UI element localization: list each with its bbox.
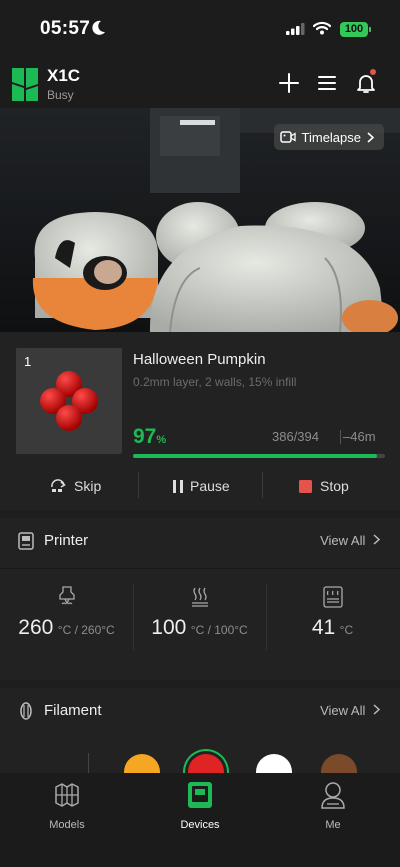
filament-slot-3[interactable]: [256, 754, 292, 773]
progress-symbol: %: [156, 434, 167, 446]
battery-tip: [369, 27, 371, 32]
devices-icon: [188, 782, 212, 808]
stop-label: Stop: [320, 478, 349, 494]
divider: [88, 753, 89, 773]
layer-count: 386/394: [272, 429, 319, 444]
skip-icon: [51, 479, 66, 492]
chamber-temp-unit: °C: [339, 623, 354, 637]
tab-models[interactable]: Models: [17, 781, 117, 837]
stop-button[interactable]: Stop: [299, 476, 349, 496]
heatbed-temp[interactable]: 100 °C / 100°C: [133, 586, 266, 650]
pause-icon: [173, 479, 183, 493]
printer-icon: [18, 532, 34, 550]
heatbed-temp-value: 100 °C / 100°C: [133, 616, 266, 640]
filament-slot-1[interactable]: [124, 754, 160, 773]
device-status: Busy: [47, 88, 74, 102]
filament-view-all-link[interactable]: View All: [320, 703, 381, 718]
device-name: X1C: [47, 66, 81, 85]
plate-thumbnail[interactable]: 1: [16, 348, 122, 454]
view-all-label: View All: [320, 703, 366, 718]
chamber-icon: [322, 586, 343, 608]
view-all-label: View All: [320, 533, 366, 548]
status-time: 05:57: [40, 18, 91, 39]
tab-me-label: Me: [325, 819, 341, 831]
notification-badge: [370, 69, 376, 75]
video-camera-icon: [279, 131, 296, 143]
heatbed-temp-current: 100: [151, 616, 187, 639]
model-thumbnail-image: [16, 348, 122, 454]
timelapse-label: Timelapse: [301, 129, 361, 145]
pause-label: Pause: [190, 478, 230, 494]
progress-percent: 97%: [133, 425, 166, 449]
chamber-temp-current: 41: [311, 616, 336, 639]
plate-number: 1: [24, 354, 32, 369]
profile-icon: [321, 782, 345, 809]
bottom-tab-bar: Models Devices Me: [0, 773, 400, 867]
bambu-logo-icon: [12, 68, 38, 101]
filament-slot-2[interactable]: [188, 754, 224, 773]
nozzle-temp-target: °C / 260°C: [57, 623, 115, 637]
app-header: X1C Busy: [0, 58, 400, 108]
tab-models-label: Models: [49, 819, 85, 831]
job-title: Halloween Pumpkin: [133, 351, 266, 368]
chevron-right-icon: [373, 534, 381, 545]
add-icon[interactable]: [277, 71, 301, 95]
skip-label: Skip: [74, 478, 102, 494]
wifi-icon: [313, 21, 331, 35]
filament-title: Filament: [44, 702, 102, 719]
printer-section: Printer View All 260 °C / 260°C 100 °C /…: [0, 518, 400, 680]
divider: [262, 472, 263, 498]
job-settings: 0.2mm layer, 2 walls, 15% infill: [133, 375, 297, 389]
printer-view-all-link[interactable]: View All: [320, 533, 381, 548]
models-icon: [55, 783, 79, 807]
tab-me[interactable]: Me: [283, 781, 383, 837]
section-divider: [0, 568, 400, 569]
filament-section: Filament View All: [0, 688, 400, 773]
signal-icon: [286, 23, 305, 35]
menu-icon[interactable]: [315, 71, 339, 95]
chamber-temp-value: 41 °C: [266, 616, 399, 640]
tab-devices-label: Devices: [180, 819, 220, 831]
nozzle-temp-value: 260 °C / 260°C: [0, 616, 133, 640]
filament-slot-4[interactable]: [321, 754, 357, 773]
battery-indicator: 100: [340, 22, 368, 37]
divider: [340, 430, 341, 444]
heatbed-icon: [191, 587, 208, 607]
tab-devices[interactable]: Devices: [150, 781, 250, 837]
pause-button[interactable]: Pause: [172, 476, 230, 496]
heatbed-temp-target: °C / 100°C: [190, 623, 248, 637]
status-bar: 05:57 100: [0, 0, 400, 58]
camera-feed[interactable]: Timelapse: [0, 108, 400, 332]
filament-spool-icon: [20, 702, 32, 720]
stop-icon: [299, 479, 312, 493]
progress-bar: [133, 454, 385, 458]
chevron-right-icon: [373, 704, 381, 715]
print-job-card: 1 Halloween Pumpkin 0.2mm layer, 2 walls…: [0, 332, 400, 510]
progress-value: 97: [133, 425, 157, 448]
skip-button[interactable]: Skip: [50, 476, 101, 496]
nozzle-icon: [58, 586, 75, 605]
timelapse-button[interactable]: Timelapse: [273, 124, 384, 150]
printer-title: Printer: [44, 532, 89, 549]
nozzle-temp-current: 260: [18, 616, 54, 639]
moon-icon: [92, 20, 105, 35]
divider: [138, 472, 139, 498]
time-remaining: –46m: [343, 429, 376, 444]
chamber-temp[interactable]: 41 °C: [266, 586, 399, 650]
progress-bar-fill: [133, 454, 378, 458]
chevron-right-icon: [367, 131, 374, 143]
nozzle-temp[interactable]: 260 °C / 260°C: [0, 586, 133, 650]
